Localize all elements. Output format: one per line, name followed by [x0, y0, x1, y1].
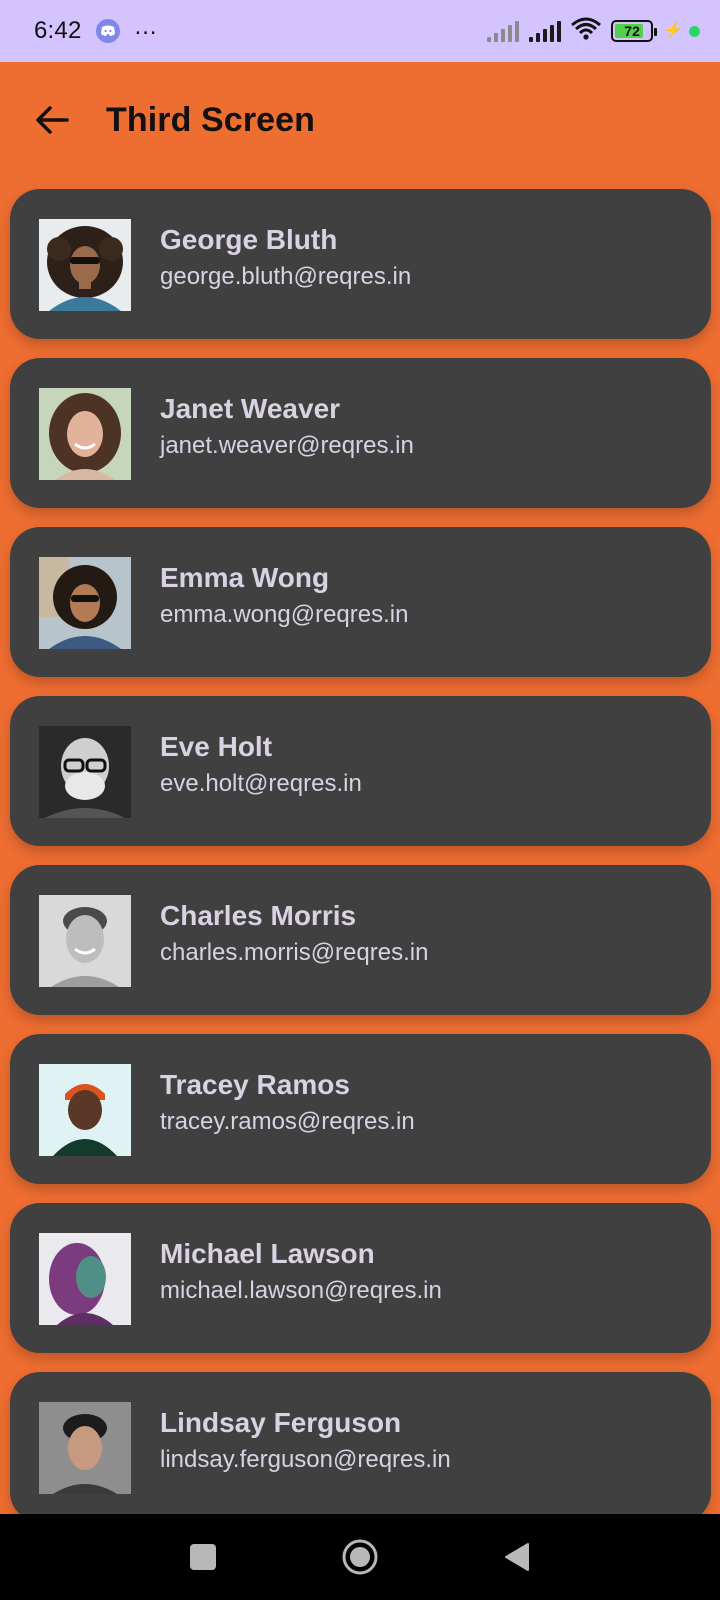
user-card[interactable]: Eve Holt eve.holt@reqres.in [10, 696, 711, 846]
status-time: 6:42 [34, 17, 82, 44]
avatar [39, 219, 131, 311]
user-name: Eve Holt [160, 731, 273, 762]
user-email: eve.holt@reqres.in [160, 770, 362, 797]
discord-icon [95, 19, 120, 43]
user-email: charles.morris@reqres.in [160, 939, 429, 966]
avatar [39, 557, 131, 649]
user-name: Lindsay Ferguson [160, 1407, 402, 1438]
user-name: Charles Morris [160, 900, 357, 931]
privacy-indicator-icon [689, 25, 700, 37]
avatar [39, 726, 131, 818]
user-name: Michael Lawson [160, 1238, 375, 1269]
signal-strength-icon-sim1 [487, 20, 520, 42]
user-card[interactable]: George Bluth george.bluth@reqres.in [10, 189, 711, 339]
user-name: Tracey Ramos [160, 1069, 350, 1100]
charging-icon: ⚡ [663, 22, 683, 39]
avatar [39, 895, 131, 987]
recents-square-icon[interactable] [183, 1537, 223, 1577]
battery-icon: 72 [611, 20, 658, 42]
user-name: Emma Wong [160, 562, 330, 593]
user-card[interactable]: Charles Morris charles.morris@reqres.in [10, 865, 711, 1015]
status-left-group: 6:42 … [34, 13, 158, 45]
status-right-group: 72 ⚡ [487, 17, 700, 46]
user-email: lindsay.ferguson@reqres.in [160, 1446, 451, 1473]
user-email: michael.lawson@reqres.in [160, 1277, 442, 1304]
back-arrow-icon[interactable] [32, 100, 72, 140]
user-card[interactable]: Lindsay Ferguson lindsay.ferguson@reqres… [10, 1372, 711, 1522]
status-bar: 6:42 … 72 ⚡ [0, 0, 720, 62]
back-triangle-icon[interactable] [496, 1537, 536, 1577]
avatar [39, 1233, 131, 1325]
page-title: Third Screen [106, 100, 316, 139]
user-email: george.bluth@reqres.in [160, 263, 412, 290]
user-email: emma.wong@reqres.in [160, 601, 409, 628]
user-name: George Bluth [160, 224, 338, 255]
user-name: Janet Weaver [160, 393, 341, 424]
avatar [39, 1064, 131, 1156]
user-email: janet.weaver@reqres.in [160, 432, 414, 459]
avatar [39, 1402, 131, 1494]
user-card[interactable]: Tracey Ramos tracey.ramos@reqres.in [10, 1034, 711, 1184]
more-dots-icon: … [133, 13, 158, 40]
home-circle-icon[interactable] [340, 1537, 380, 1577]
battery-level: 72 [624, 23, 640, 39]
signal-strength-icon-sim2 [529, 20, 562, 42]
user-card[interactable]: Michael Lawson michael.lawson@reqres.in [10, 1203, 711, 1353]
app-bar: Third Screen [0, 62, 720, 178]
system-navigation-bar [0, 1514, 720, 1600]
user-list: George Bluth george.bluth@reqres.in Jane… [10, 189, 711, 1541]
wifi-icon [571, 17, 602, 46]
user-email: tracey.ramos@reqres.in [160, 1108, 415, 1135]
user-card[interactable]: Janet Weaver janet.weaver@reqres.in [10, 358, 711, 508]
user-card[interactable]: Emma Wong emma.wong@reqres.in [10, 527, 711, 677]
avatar [39, 388, 131, 480]
